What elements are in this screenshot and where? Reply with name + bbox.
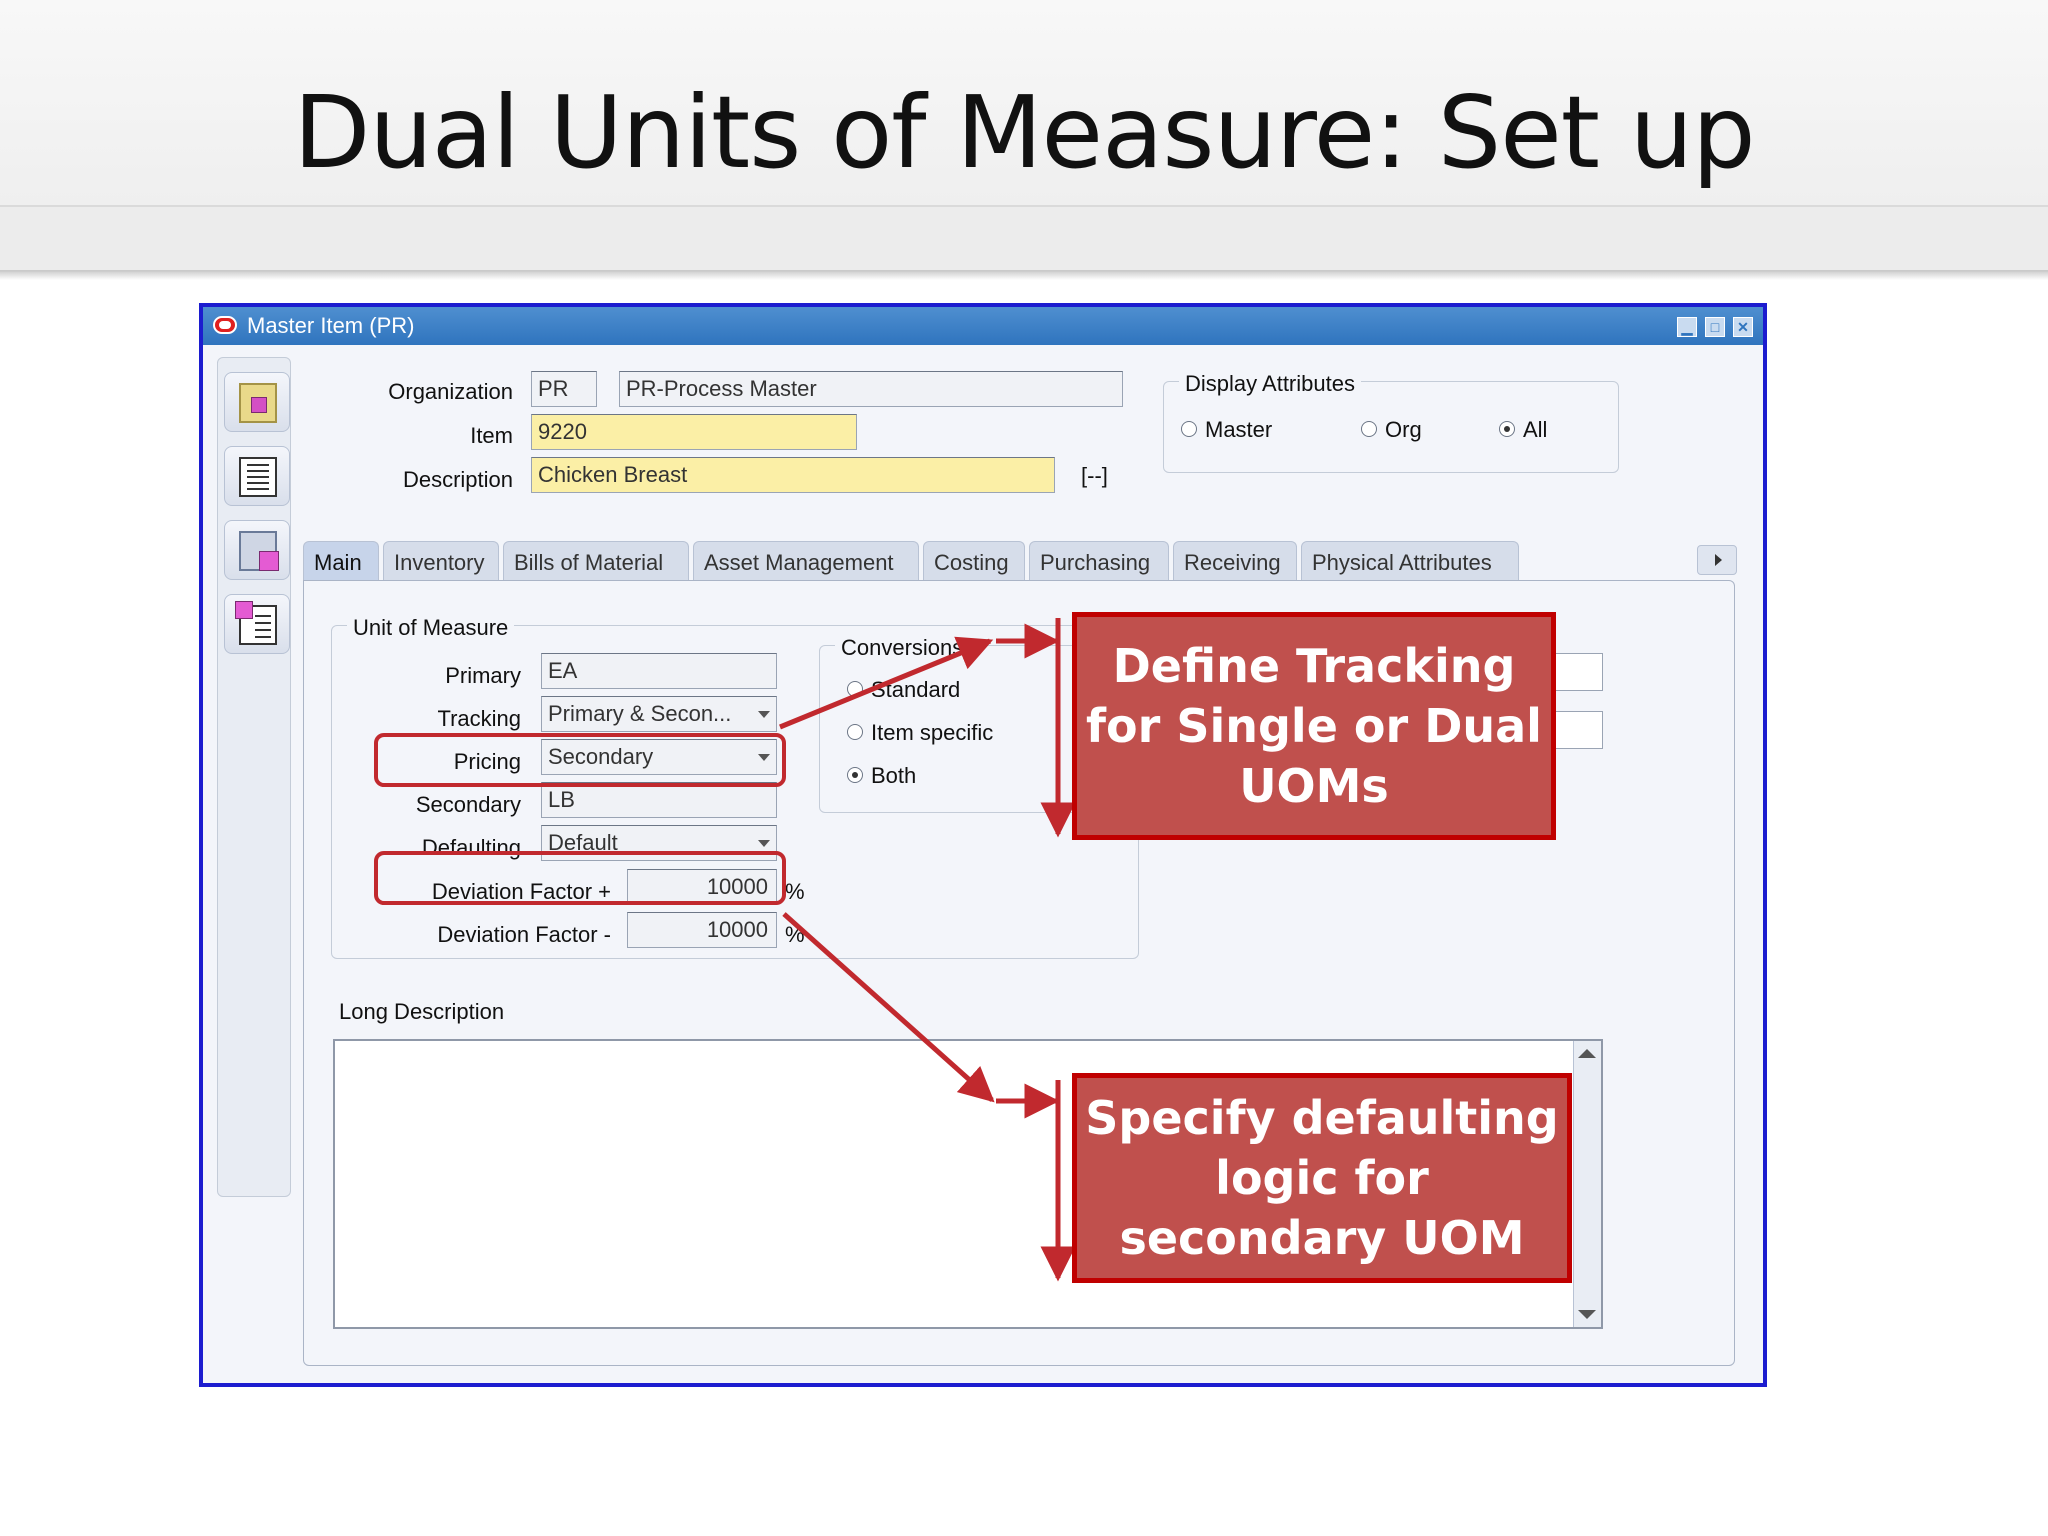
toolbar-item-tree-button[interactable] bbox=[224, 594, 290, 654]
defaulting-callout-text: Specify defaulting logic for secondary U… bbox=[1085, 1091, 1559, 1265]
long-description-label: Long Description bbox=[339, 999, 505, 1024]
tab-asset-management[interactable]: Asset Management bbox=[693, 541, 919, 581]
tab-physical-attributes[interactable]: Physical Attributes bbox=[1301, 541, 1519, 581]
tab-bills-of-material[interactable]: Bills of Material bbox=[503, 541, 689, 581]
deviation-highlight bbox=[374, 851, 786, 905]
description-field[interactable]: Chicken Breast bbox=[531, 457, 1055, 493]
conversion-item-specific-label: Item specific bbox=[871, 720, 994, 745]
tab-main[interactable]: Main bbox=[303, 541, 379, 581]
toolbar-item-catalog-button[interactable] bbox=[224, 520, 290, 580]
maximize-button[interactable]: □ bbox=[1705, 317, 1725, 337]
left-toolbar bbox=[217, 357, 291, 1197]
toolbar-folder-button[interactable] bbox=[224, 372, 290, 432]
close-button[interactable]: ✕ bbox=[1733, 317, 1753, 337]
item-field[interactable]: 9220 bbox=[531, 414, 857, 450]
tab-costing[interactable]: Costing bbox=[923, 541, 1025, 581]
item-catalog-icon bbox=[239, 531, 279, 571]
item-label: Item bbox=[470, 423, 513, 448]
tracking-callout-text: Define Tracking for Single or Dual UOMs bbox=[1086, 639, 1542, 813]
deviation-minus-label: Deviation Factor - bbox=[437, 922, 611, 947]
display-attributes-title: Display Attributes bbox=[1179, 371, 1361, 397]
tab-purchasing[interactable]: Purchasing bbox=[1029, 541, 1169, 581]
tracking-select-value: Primary & Secon... bbox=[548, 701, 732, 726]
header-band bbox=[0, 205, 2048, 272]
secondary-uom-label: Secondary bbox=[415, 792, 521, 817]
deviation-plus-unit: % bbox=[785, 879, 805, 904]
organization-name-field[interactable]: PR-Process Master bbox=[619, 371, 1123, 407]
display-master-label: Master bbox=[1205, 417, 1273, 442]
oracle-logo-icon bbox=[213, 316, 237, 334]
uom-group-title: Unit of Measure bbox=[347, 615, 515, 641]
tab-receiving[interactable]: Receiving bbox=[1173, 541, 1297, 581]
conversions-title: Conversions bbox=[835, 635, 970, 661]
organization-label: Organization bbox=[388, 379, 513, 404]
minimize-button[interactable]: ▁ bbox=[1677, 317, 1697, 337]
display-master-radio[interactable] bbox=[1181, 421, 1197, 437]
deviation-minus-field[interactable]: 10000 bbox=[627, 912, 777, 948]
tab-inventory[interactable]: Inventory bbox=[383, 541, 499, 581]
tracking-label: Tracking bbox=[437, 706, 521, 731]
list-icon bbox=[239, 457, 277, 497]
conversion-both-radio[interactable] bbox=[847, 767, 863, 783]
pricing-highlight bbox=[374, 733, 786, 787]
folder-icon bbox=[239, 383, 277, 423]
tracking-select[interactable]: Primary & Secon... bbox=[541, 696, 777, 732]
display-all-label: All bbox=[1523, 417, 1548, 442]
slide: Dual Units of Measure: Set up Master Ite… bbox=[0, 0, 2048, 1536]
chevron-down-icon bbox=[758, 711, 770, 718]
header-shadow bbox=[0, 270, 2048, 280]
display-org-label: Org bbox=[1385, 417, 1422, 442]
slide-title: Dual Units of Measure: Set up bbox=[293, 74, 1755, 191]
primary-uom-label: Primary bbox=[445, 663, 521, 688]
conversion-item-specific-radio[interactable] bbox=[847, 724, 863, 740]
conversion-standard-radio[interactable] bbox=[847, 681, 863, 697]
window-title: Master Item (PR) bbox=[247, 313, 415, 338]
scroll-up-icon[interactable] bbox=[1578, 1049, 1596, 1058]
chevron-down-icon bbox=[758, 840, 770, 847]
display-org-radio[interactable] bbox=[1361, 421, 1377, 437]
tab-scroll-right-button[interactable] bbox=[1697, 545, 1737, 575]
scroll-down-icon[interactable] bbox=[1578, 1310, 1596, 1319]
long-description-scrollbar[interactable] bbox=[1573, 1041, 1601, 1327]
conversion-both-label: Both bbox=[871, 763, 917, 788]
description-label: Description bbox=[402, 467, 513, 492]
descriptive-flexfield[interactable]: [--] bbox=[1081, 463, 1108, 489]
secondary-uom-field[interactable]: LB bbox=[541, 782, 777, 818]
conversion-standard-label: Standard bbox=[871, 677, 961, 702]
defaulting-callout: Specify defaulting logic for secondary U… bbox=[1072, 1073, 1572, 1283]
toolbar-list-button[interactable] bbox=[224, 446, 290, 506]
organization-code-field[interactable]: PR bbox=[531, 371, 597, 407]
tracking-callout: Define Tracking for Single or Dual UOMs bbox=[1072, 612, 1556, 840]
item-tree-icon bbox=[235, 601, 277, 645]
primary-uom-field[interactable]: EA bbox=[541, 653, 777, 689]
deviation-minus-unit: % bbox=[785, 922, 805, 947]
window-titlebar[interactable]: Master Item (PR) ▁ □ ✕ bbox=[203, 307, 1763, 345]
display-all-radio[interactable] bbox=[1499, 421, 1515, 437]
